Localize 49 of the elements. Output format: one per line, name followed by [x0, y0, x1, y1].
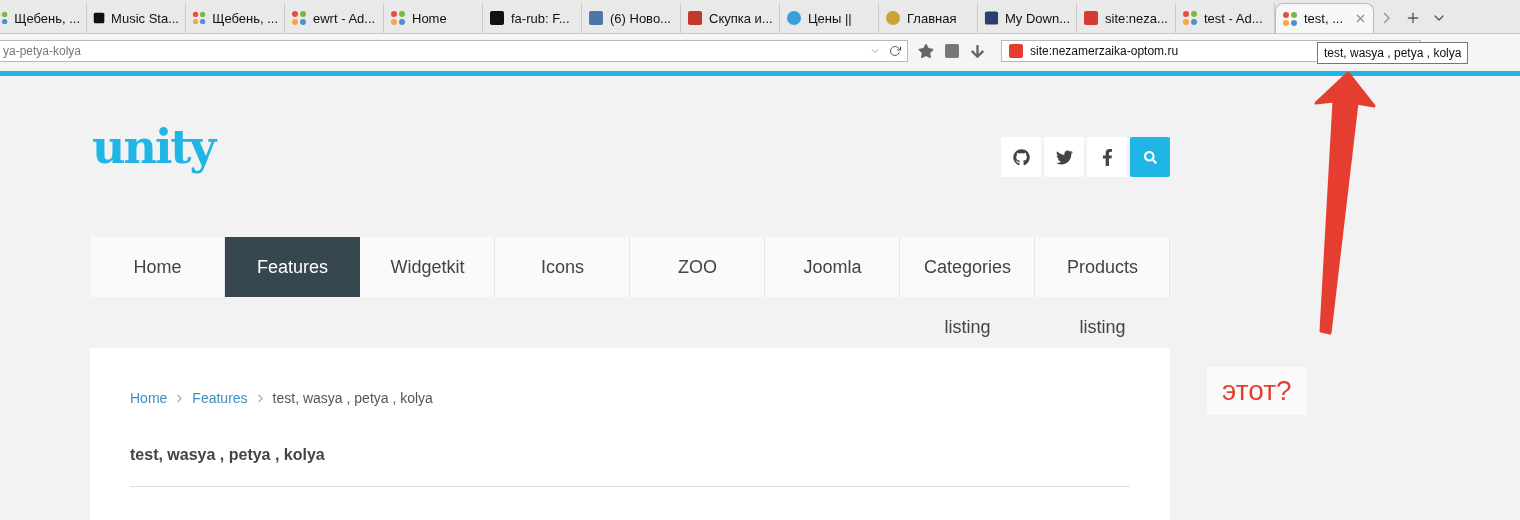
facebook-button[interactable]: [1087, 137, 1127, 177]
tooltip: test, wasya , petya , kolya: [1317, 42, 1469, 64]
browser-tab[interactable]: Скупка и...: [681, 3, 780, 33]
search-engine-icon: [1008, 43, 1024, 59]
breadcrumb-link[interactable]: Features: [192, 390, 248, 406]
pinwheel-icon: [291, 10, 307, 26]
reload-icon[interactable]: [889, 45, 901, 57]
pinwheel-icon: [1182, 10, 1198, 26]
nav-item[interactable]: Icons: [495, 237, 630, 297]
circle-icon: [786, 10, 802, 26]
browser-tab[interactable]: Щебень, ...: [186, 3, 285, 33]
nav-item[interactable]: Products listing: [1035, 237, 1170, 357]
address-field[interactable]: ya-petya-kolya: [0, 40, 908, 62]
browser-tab[interactable]: Главная: [879, 3, 978, 33]
article-title: test, wasya , petya , kolya: [130, 446, 1130, 487]
square-icon: [588, 10, 604, 26]
browser-tab[interactable]: Щебень, ...: [0, 3, 87, 33]
pinwheel-icon: [390, 10, 406, 26]
download-icon[interactable]: [970, 43, 985, 59]
annotation-label: этот?: [1207, 367, 1307, 415]
nav-item[interactable]: Features: [225, 237, 360, 297]
browser-tab[interactable]: ewrt - Ad...: [285, 3, 384, 33]
pinwheel-icon: [192, 10, 207, 26]
breadcrumb-current: test, wasya , petya , kolya: [272, 390, 433, 406]
browser-tab[interactable]: site:neza...: [1077, 3, 1176, 33]
nav-item[interactable]: ZOO: [630, 237, 765, 297]
browser-tab[interactable]: test, ...: [1275, 3, 1374, 33]
pinwheel-icon: [1282, 10, 1298, 27]
star-icon[interactable]: [918, 43, 934, 59]
breadcrumb-link[interactable]: Home: [130, 390, 168, 406]
bird-icon: [1055, 148, 1073, 166]
browser-tab[interactable]: Цены ||: [780, 3, 879, 33]
browser-tab[interactable]: Home: [384, 3, 483, 33]
browser-tab[interactable]: fa-rub: F...: [483, 3, 582, 33]
nav-item[interactable]: Home: [90, 237, 225, 297]
square-icon: [93, 10, 106, 26]
square-icon: [984, 10, 999, 26]
search-icon: [1143, 150, 1157, 164]
nav-item[interactable]: Joomla: [765, 237, 900, 297]
nav-item[interactable]: Categories listing: [900, 237, 1035, 357]
close-icon[interactable]: [1354, 12, 1367, 25]
twitter-button[interactable]: [1044, 137, 1084, 177]
nav-item[interactable]: Widgetkit: [360, 237, 495, 297]
github-button[interactable]: [1001, 137, 1041, 177]
browser-tab[interactable]: (6) Ново...: [582, 3, 681, 33]
browser-tab[interactable]: Music Sta...: [87, 3, 186, 33]
browser-tab[interactable]: My Down...: [978, 3, 1077, 33]
github-icon: [1012, 148, 1030, 166]
square-icon: [1083, 10, 1099, 26]
